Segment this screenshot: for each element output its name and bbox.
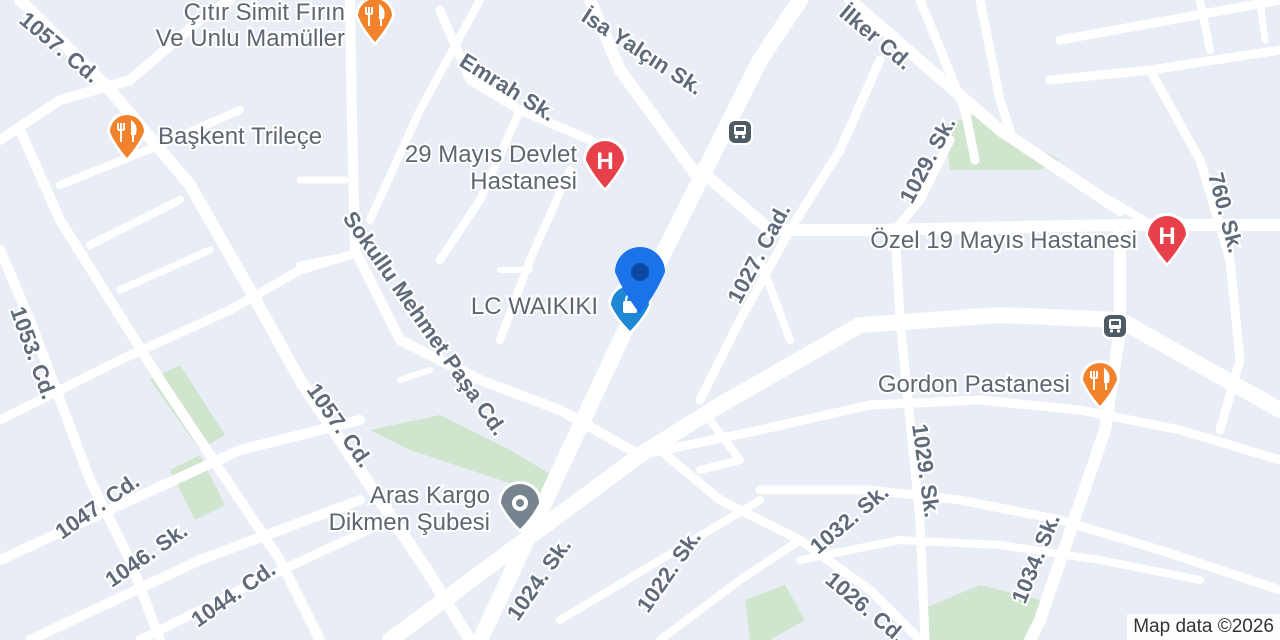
map-attribution[interactable]: Map data ©2026 [1127,614,1280,640]
map-view[interactable]: 1057. Cd. İsa Yalçın Sk. İlker Cd. Emrah… [0,0,1280,640]
map-canvas[interactable]: 1057. Cd. İsa Yalçın Sk. İlker Cd. Emrah… [0,0,1280,640]
poi-label: Başkent Trileçe [158,123,322,150]
svg-text:H: H [596,148,613,175]
poi-label: Çıtır Simit Fırın [184,0,345,26]
svg-text:H: H [1158,223,1175,250]
poi-label: Hastanesi [470,168,577,195]
bus-stop-icon[interactable] [1102,313,1128,339]
bus-stop-icon[interactable] [727,119,753,145]
poi-label: Dikmen Şubesi [329,509,490,536]
poi-label: Gordon Pastanesi [878,371,1070,398]
poi-label: Özel 19 Mayıs Hastanesi [870,227,1137,254]
poi-label: 29 Mayıs Devlet [405,141,577,168]
poi-label: LC WAIKIKI [471,293,598,320]
poi-label: Aras Kargo [370,482,490,509]
poi-label: Ve Unlu Mamüller [156,25,345,52]
